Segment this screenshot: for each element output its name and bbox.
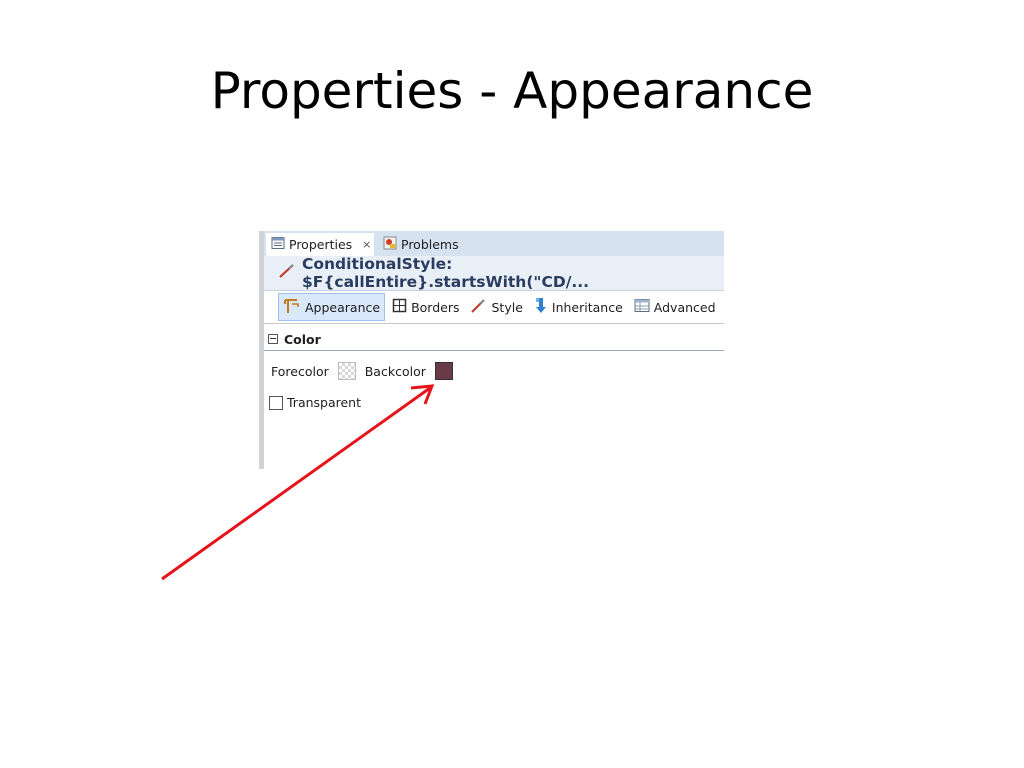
arrow-line bbox=[161, 386, 431, 581]
annotation-arrow bbox=[161, 384, 435, 581]
